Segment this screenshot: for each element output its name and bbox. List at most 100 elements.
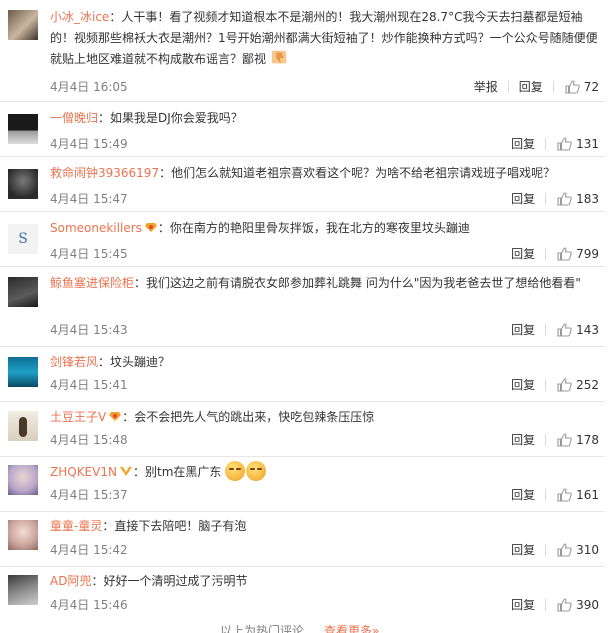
vip-badge-icon	[109, 412, 122, 421]
comment-item: 鲸鱼塞进保险柜：我们这边之前有请脱衣女郎参加葬礼跳舞 问为什么"因为我老爸去世了…	[0, 267, 611, 347]
comment-date: 4月4日 15:45	[50, 247, 128, 261]
avatar[interactable]	[8, 114, 38, 144]
like-count: 161	[576, 488, 599, 502]
thumbs-down-emoji-icon	[271, 50, 287, 64]
comment-username[interactable]: 一僧晚归	[50, 111, 98, 125]
comment-username[interactable]: Someonekillers	[50, 221, 142, 235]
comment-date: 4月4日 15:43	[50, 323, 128, 337]
view-more-link[interactable]: 查看更多»	[324, 623, 379, 633]
like-count: 183	[576, 192, 599, 206]
like-count: 252	[576, 378, 599, 392]
like-button[interactable]: 72	[564, 79, 599, 95]
reply-link[interactable]: 回复	[511, 377, 535, 393]
avatar[interactable]	[8, 411, 38, 441]
comment-text: 会不会把先人气的跳出来，快吃包辣条压压惊	[134, 410, 375, 424]
like-count: 310	[576, 543, 599, 557]
comment-username[interactable]: 鲸鱼塞进保险柜	[50, 276, 134, 290]
divider	[507, 81, 509, 93]
comment-date: 4月4日 15:37	[50, 488, 128, 502]
reply-link[interactable]: 回复	[511, 542, 535, 558]
comment-username[interactable]: AD阿兜	[50, 574, 91, 588]
comments-footer: 以上为热门评论 查看更多»	[0, 620, 611, 633]
like-button[interactable]: 143	[556, 322, 599, 338]
comment-date: 4月4日 15:48	[50, 433, 128, 447]
thumbs-up-icon	[557, 323, 572, 337]
hot-comments-label: 以上为热门评论	[220, 624, 305, 633]
comment-date: 4月4日 15:41	[50, 378, 128, 392]
like-count: 72	[583, 80, 599, 94]
comment-username[interactable]: 剑锋若风	[50, 355, 98, 369]
comment-username[interactable]: 救命闹钟39366197	[50, 166, 159, 180]
comment-text: 人干事！看了视频才知道根本不是潮州的！我大潮州现在28.7°C我今天去扫墓都是短…	[50, 10, 598, 66]
like-button[interactable]: 183	[556, 191, 599, 207]
comment-item: AD阿兜：好好一个清明过成了污明节 4月4日 15:46 回复 390	[0, 567, 611, 620]
comment-item: 土豆王子V ：会不会把先人气的跳出来，快吃包辣条压压惊 4月4日 15:48 回复…	[0, 402, 611, 457]
like-button[interactable]: 161	[556, 487, 599, 503]
avatar[interactable]: S	[8, 224, 38, 254]
comment-item: 童童-童灵：直接下去陪吧！脑子有泡 4月4日 15:42 回复 310	[0, 512, 611, 567]
reply-link[interactable]: 回复	[511, 322, 535, 338]
comment-date: 4月4日 15:46	[50, 598, 128, 612]
reply-link[interactable]: 回复	[511, 432, 535, 448]
comment-text: 直接下去陪吧！脑子有泡	[114, 519, 247, 533]
avatar[interactable]	[8, 10, 38, 40]
like-count: 390	[576, 598, 599, 612]
thumbs-up-icon	[557, 137, 572, 151]
verified-v-badge-icon	[119, 467, 132, 476]
comment-date: 4月4日 16:05	[50, 80, 128, 94]
comment-text: 如果我是DJ你会爱我吗？	[110, 111, 243, 125]
comment-item: 剑锋若风：坟头蹦迪？ 4月4日 15:41 回复 252	[0, 347, 611, 402]
comment-text: 我们这边之前有请脱衣女郎参加葬礼跳舞 问为什么"因为我老爸去世了想给他看看"	[146, 276, 581, 290]
like-count: 143	[576, 323, 599, 337]
avatar[interactable]	[8, 520, 38, 550]
comment-text: 好好一个清明过成了污明节	[103, 574, 248, 588]
divider	[545, 138, 547, 150]
thumbs-up-icon	[557, 488, 572, 502]
divider	[545, 434, 547, 446]
comment-item: 救命闹钟39366197：他们怎么就知道老祖宗喜欢看这个呢？为啥不给老祖宗请戏班…	[0, 157, 611, 212]
like-button[interactable]: 252	[556, 377, 599, 393]
comment-username[interactable]: ZHQKEV1N	[50, 465, 117, 479]
thumbs-up-icon	[557, 598, 572, 612]
comment-text: 坟头蹦迪？	[110, 355, 171, 369]
reply-link[interactable]: 回复	[511, 597, 535, 613]
avatar[interactable]	[8, 357, 38, 387]
reply-link[interactable]: 回复	[511, 487, 535, 503]
avatar[interactable]	[8, 575, 38, 605]
avatar[interactable]	[8, 277, 38, 307]
divider	[545, 324, 547, 336]
like-button[interactable]: 310	[556, 542, 599, 558]
reply-link[interactable]: 回复	[511, 191, 535, 207]
divider	[545, 599, 547, 611]
comment-username[interactable]: 童童-童灵	[50, 519, 102, 533]
divider	[545, 379, 547, 391]
avatar[interactable]	[8, 169, 38, 199]
comment-username[interactable]: 小冰_冰ice	[50, 10, 109, 24]
comments-panel: 小冰_冰ice：人干事！看了视频才知道根本不是潮州的！我大潮州现在28.7°C我…	[0, 0, 611, 633]
reply-link[interactable]: 回复	[511, 246, 535, 262]
comment-item: S Someonekillers ：你在南方的艳阳里骨灰拌饭，我在北方的寒夜里坟头…	[0, 212, 611, 267]
thumbs-up-icon	[557, 543, 572, 557]
sleepy-face-emoji-icon	[225, 461, 246, 481]
like-button[interactable]: 799	[556, 246, 599, 262]
divider	[545, 489, 547, 501]
like-button[interactable]: 390	[556, 597, 599, 613]
comment-date: 4月4日 15:47	[50, 192, 128, 206]
reply-link[interactable]: 回复	[519, 79, 543, 95]
reply-link[interactable]: 回复	[511, 136, 535, 152]
thumbs-up-icon	[557, 433, 572, 447]
thumbs-up-icon	[557, 192, 572, 206]
comment-text: 你在南方的艳阳里骨灰拌饭，我在北方的寒夜里坟头蹦迪	[169, 221, 470, 235]
vip-badge-icon	[144, 223, 157, 232]
report-link[interactable]: 举报	[474, 79, 498, 95]
divider	[552, 81, 554, 93]
like-button[interactable]: 131	[556, 136, 599, 152]
thumbs-up-icon	[565, 80, 580, 94]
divider	[545, 193, 547, 205]
comment-text: 他们怎么就知道老祖宗喜欢看这个呢？为啥不给老祖宗请戏班子唱戏呢？	[171, 166, 556, 180]
avatar[interactable]	[8, 465, 38, 495]
sleepy-face-emoji-icon	[246, 461, 267, 481]
comment-username[interactable]: 土豆王子V	[50, 410, 106, 424]
comment-item: ZHQKEV1N ：别tm在黑广东 4月4日 15:37 回复 161	[0, 457, 611, 512]
like-button[interactable]: 178	[556, 432, 599, 448]
